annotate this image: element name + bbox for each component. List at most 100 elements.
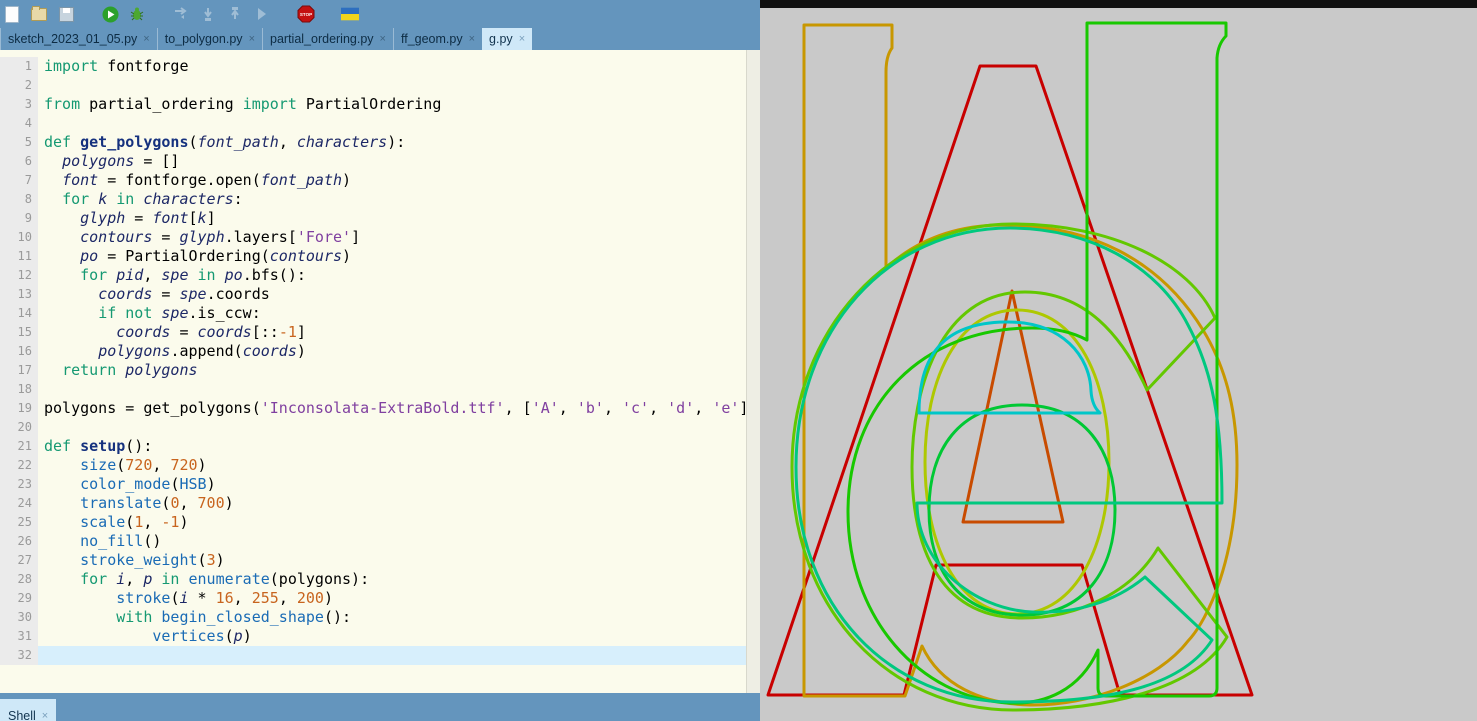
step-over-icon [173, 6, 189, 22]
code-line-11[interactable]: 11 po = PartialOrdering(contours) [0, 247, 746, 266]
code-line-8[interactable]: 8 for k in characters: [0, 190, 746, 209]
code-line-23[interactable]: 23 color_mode(HSB) [0, 475, 746, 494]
code-line-19[interactable]: 19polygons = get_polygons('Inconsolata-E… [0, 399, 746, 418]
tab-shell[interactable]: Shell × [0, 699, 56, 721]
token-n: -1 [161, 513, 179, 531]
token-v: contours [80, 228, 152, 246]
code-line-20[interactable]: 20 [0, 418, 746, 437]
code-line-17[interactable]: 17 return polygons [0, 361, 746, 380]
tab-to_polygon.py[interactable]: to_polygon.py × [157, 28, 262, 50]
line-number: 15 [0, 323, 38, 342]
code-line-6[interactable]: 6 polygons = [] [0, 152, 746, 171]
save-file-button[interactable] [57, 5, 75, 23]
code-line-29[interactable]: 29 stroke(i * 16, 255, 200) [0, 589, 746, 608]
tab-label: to_polygon.py [165, 32, 243, 46]
code-line-13[interactable]: 13 coords = spe.coords [0, 285, 746, 304]
code-line-25[interactable]: 25 scale(1, -1) [0, 513, 746, 532]
code-line-12[interactable]: 12 for pid, spe in po.bfs(): [0, 266, 746, 285]
code-line-9[interactable]: 9 glyph = font[k] [0, 209, 746, 228]
tab-sketch_2023_01_05.py[interactable]: sketch_2023_01_05.py× [0, 28, 157, 50]
code-text: vertices(p) [38, 627, 746, 646]
line-number: 13 [0, 285, 38, 304]
tab-g.py[interactable]: g.py× [482, 28, 532, 50]
token-v: polygons [62, 152, 134, 170]
tab-close-icon[interactable]: × [380, 33, 386, 45]
tab-close-icon[interactable]: × [143, 33, 149, 45]
tab-ff_geom.py[interactable]: ff_geom.py× [393, 28, 482, 50]
token-p: ) [243, 627, 252, 645]
debug-button[interactable] [128, 5, 146, 23]
code-line-2[interactable]: 2 [0, 76, 746, 95]
line-number: 8 [0, 190, 38, 209]
token-p: (): [125, 437, 152, 455]
code-editor[interactable]: 1import fontforge23from partial_ordering… [0, 50, 746, 693]
token-p: ) [207, 475, 216, 493]
code-line-16[interactable]: 16 polygons.append(coords) [0, 342, 746, 361]
code-line-31[interactable]: 31 vertices(p) [0, 627, 746, 646]
token-k: in [198, 266, 216, 284]
token-d: setup [80, 437, 125, 455]
token-k: from [44, 95, 80, 113]
line-number: 29 [0, 589, 38, 608]
stop-button[interactable]: STOP [297, 5, 315, 23]
token-p: .append( [170, 342, 242, 360]
token-p [216, 266, 225, 284]
code-line-4[interactable]: 4 [0, 114, 746, 133]
token-p: () [143, 532, 161, 550]
code-line-1[interactable]: 1import fontforge [0, 57, 746, 76]
code-line-7[interactable]: 7 font = fontforge.open(font_path) [0, 171, 746, 190]
token-p: = [170, 323, 197, 341]
code-line-30[interactable]: 30 with begin_closed_shape(): [0, 608, 746, 627]
code-line-15[interactable]: 15 coords = coords[::-1] [0, 323, 746, 342]
token-f: scale [80, 513, 125, 531]
code-line-5[interactable]: 5def get_polygons(font_path, characters)… [0, 133, 746, 152]
code-line-28[interactable]: 28 for i, p in enumerate(polygons): [0, 570, 746, 589]
token-v: i [116, 570, 125, 588]
open-file-button[interactable] [30, 5, 48, 23]
tab-partial_ordering.py[interactable]: partial_ordering.py× [262, 28, 393, 50]
line-number: 18 [0, 380, 38, 399]
token-n: 1 [134, 513, 143, 531]
code-line-21[interactable]: 21def setup(): [0, 437, 746, 456]
token-p [89, 190, 98, 208]
tab-close-icon[interactable]: × [249, 33, 255, 45]
code-line-24[interactable]: 24 translate(0, 700) [0, 494, 746, 513]
resume-button[interactable] [253, 5, 271, 23]
shell-tab-close-icon[interactable]: × [42, 710, 48, 721]
code-line-26[interactable]: 26 no_fill() [0, 532, 746, 551]
code-line-10[interactable]: 10 contours = glyph.layers['Fore'] [0, 228, 746, 247]
token-p: , [143, 266, 161, 284]
editor-scrollbar[interactable] [746, 50, 760, 693]
token-p [44, 532, 80, 550]
ukraine-flag-icon [341, 7, 359, 21]
code-line-32[interactable]: 32 [0, 646, 746, 665]
code-line-22[interactable]: 22 size(720, 720) [0, 456, 746, 475]
run-button[interactable] [101, 5, 119, 23]
code-line-3[interactable]: 3from partial_ordering import PartialOrd… [0, 95, 746, 114]
ukraine-flag-button[interactable] [341, 5, 359, 23]
code-text [38, 418, 746, 437]
token-v: font [62, 171, 98, 189]
debug-bug-icon [129, 6, 145, 22]
toolbar: STOP [0, 0, 760, 28]
line-number: 2 [0, 76, 38, 95]
code-line-18[interactable]: 18 [0, 380, 746, 399]
sketch-window-titlebar[interactable] [760, 0, 1477, 8]
tab-close-icon[interactable]: × [469, 33, 475, 45]
step-into-button[interactable] [199, 5, 217, 23]
token-p: polygons = get_polygons( [44, 399, 261, 417]
code-text: def setup(): [38, 437, 746, 456]
token-k: def [44, 437, 71, 455]
token-s: 'd' [667, 399, 694, 417]
step-over-button[interactable] [172, 5, 190, 23]
step-out-button[interactable] [226, 5, 244, 23]
glyph-contour-A-outer [768, 66, 1252, 695]
code-line-14[interactable]: 14 if not spe.is_ccw: [0, 304, 746, 323]
token-v: font [152, 209, 188, 227]
tab-close-icon[interactable]: × [519, 33, 525, 45]
token-v: polygons [125, 361, 197, 379]
stop-sign-icon: STOP [297, 5, 315, 23]
code-line-27[interactable]: 27 stroke_weight(3) [0, 551, 746, 570]
new-file-button[interactable] [3, 5, 21, 23]
glyph-outlines-drawing [760, 8, 1477, 721]
